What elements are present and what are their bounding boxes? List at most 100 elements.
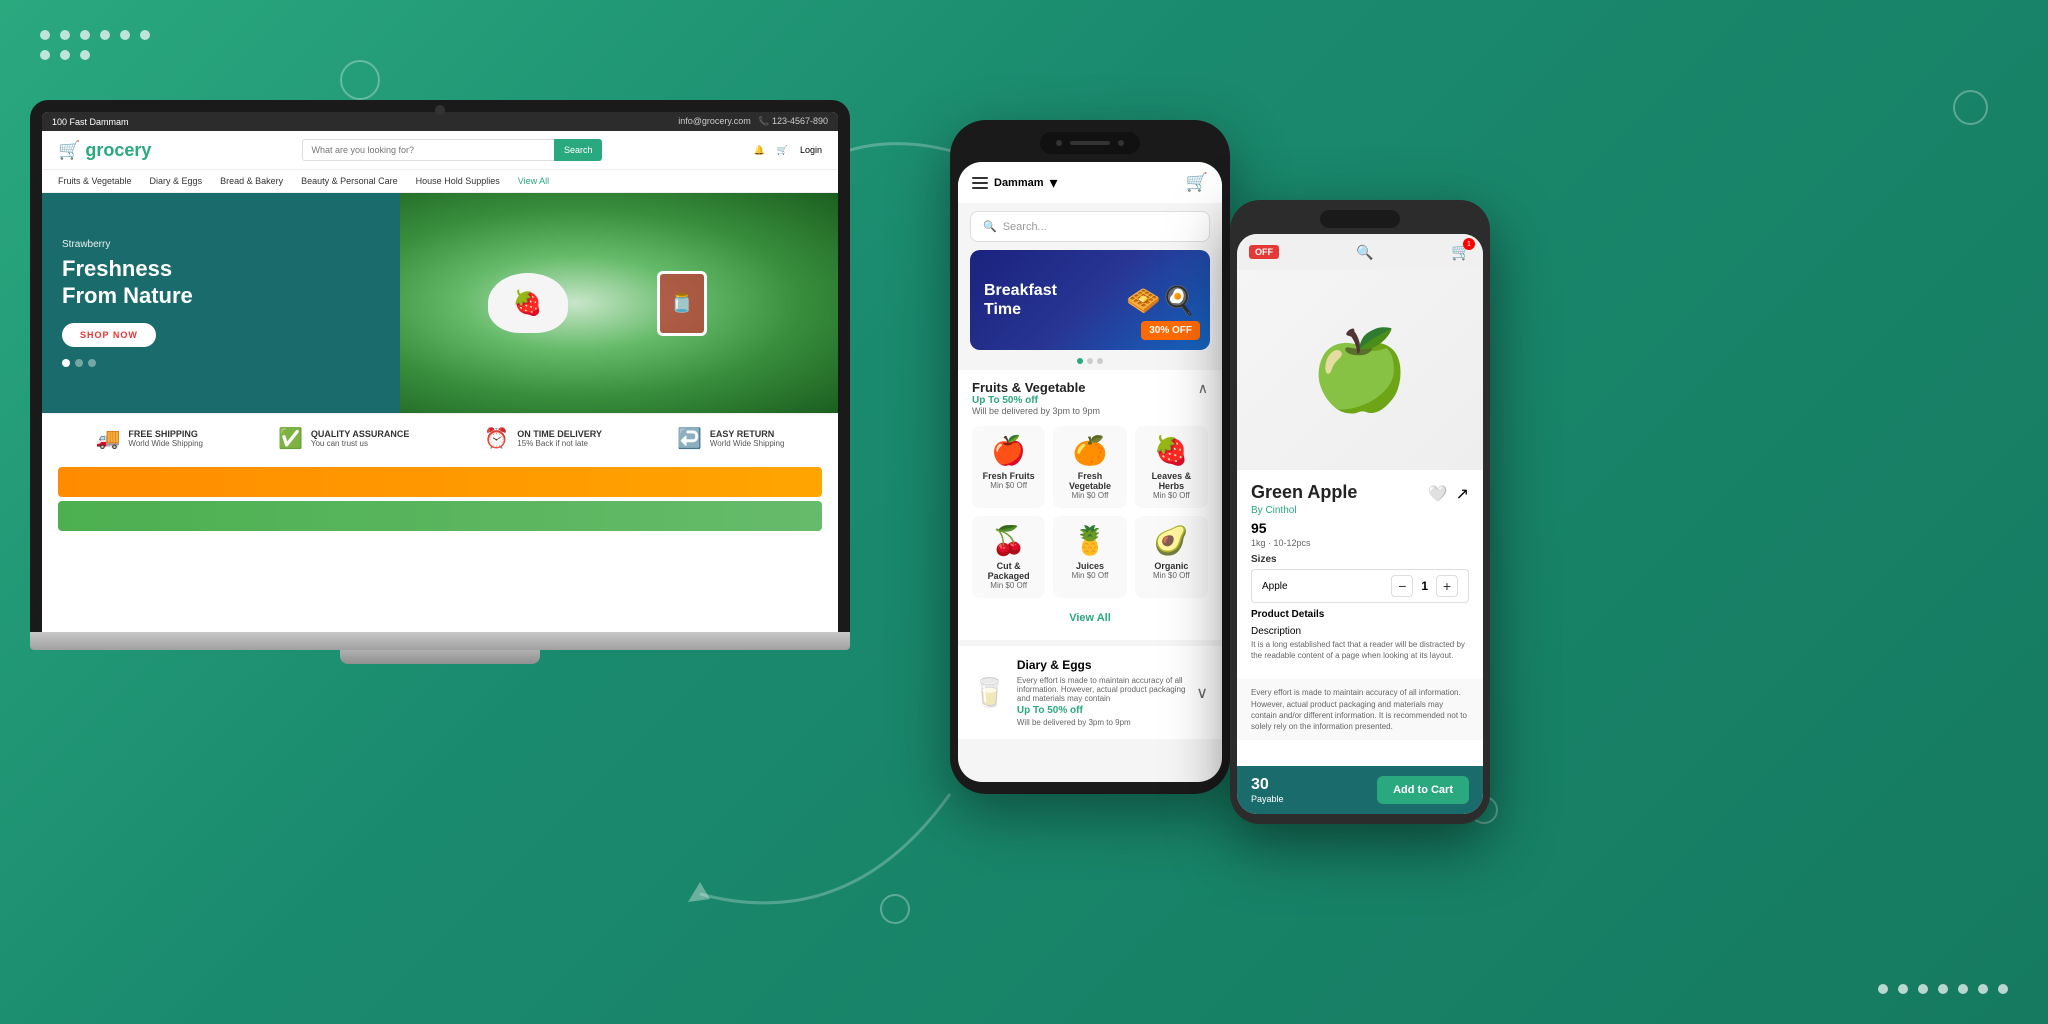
- feature-delivery-text: ON TIME DELIVERY 15% Back if not late: [517, 429, 602, 448]
- banner-dot-2[interactable]: [1087, 358, 1093, 364]
- fresh-fruits-discount: Min $0 Off: [980, 481, 1037, 490]
- p2-payable-label: Payable: [1251, 794, 1284, 804]
- p2-qty-decrease[interactable]: −: [1391, 575, 1413, 597]
- laptop-mockup: 100 Fast Dammam info@grocery.com 📞 123-4…: [30, 100, 850, 664]
- p1-section-header: Fruits & Vegetable Up To 50% off Will be…: [972, 380, 1208, 416]
- nav-view-all[interactable]: View All: [518, 176, 549, 186]
- strawberry-jar: 🫙: [657, 271, 707, 336]
- phone1-mockup: Dammam ▾ 🛒 🔍 Search... Breakfast Time 🧇�: [950, 120, 1230, 794]
- p1-cat-leaves[interactable]: 🍓 Leaves & Herbs Min $0 Off: [1135, 426, 1208, 508]
- diary-delivery: Will be delivered by 3pm to 9pm: [1017, 718, 1186, 727]
- p1-header: Dammam ▾ 🛒: [958, 162, 1222, 203]
- p2-total-price: 30: [1251, 776, 1284, 794]
- nav-fruits[interactable]: Fruits & Vegetable: [58, 176, 132, 186]
- nav-household[interactable]: House Hold Supplies: [416, 176, 500, 186]
- phone1-speaker: [1070, 141, 1110, 145]
- p2-description-text: It is a long established fact that a rea…: [1251, 639, 1469, 661]
- juices-icon: 🍍: [1061, 524, 1118, 557]
- p1-cat-organic[interactable]: 🥑 Organic Min $0 Off: [1135, 516, 1208, 598]
- p1-section-desc: Will be delivered by 3pm to 9pm: [972, 406, 1100, 416]
- phone1-camera: [1056, 140, 1062, 146]
- leaves-discount: Min $0 Off: [1143, 491, 1200, 500]
- phone1-sensor: [1118, 140, 1124, 146]
- bg-circle-2: [1953, 90, 1988, 125]
- nav-beauty[interactable]: Beauty & Personal Care: [301, 176, 398, 186]
- p1-cat-fresh-veg[interactable]: 🍊 Fresh Vegetable Min $0 Off: [1053, 426, 1126, 508]
- hero-subtitle: Strawberry: [62, 239, 380, 250]
- p1-cat-cut[interactable]: 🍒 Cut & Packaged Min $0 Off: [972, 516, 1045, 598]
- p2-off-badge: OFF: [1249, 245, 1279, 259]
- hero-dot-3[interactable]: [88, 359, 96, 367]
- hamburger-menu[interactable]: [972, 177, 988, 189]
- cart-icon[interactable]: 🛒: [777, 145, 788, 156]
- p2-qty-control: − 1 +: [1391, 575, 1458, 597]
- p2-quantity: 1: [1421, 579, 1428, 593]
- p2-cart-badge[interactable]: 🛒 1: [1451, 242, 1471, 262]
- p1-cart-icon[interactable]: 🛒: [1186, 172, 1208, 193]
- diary-desc: Every effort is made to maintain accurac…: [1017, 676, 1186, 703]
- diary-icon: 🥛: [972, 676, 1007, 709]
- fresh-fruits-icon: 🍎: [980, 434, 1037, 467]
- search-button[interactable]: Search: [554, 139, 603, 161]
- p2-wishlist-icon[interactable]: 🤍: [1428, 484, 1448, 504]
- p2-product-unit: 1kg · 10-12pcs: [1251, 538, 1469, 548]
- p2-size-option[interactable]: Apple − 1 +: [1251, 569, 1469, 603]
- organic-label: Organic: [1143, 561, 1200, 571]
- laptop-screen: 100 Fast Dammam info@grocery.com 📞 123-4…: [42, 112, 838, 632]
- hero-section: Strawberry Freshness From Nature SHOP NO…: [42, 193, 838, 413]
- p2-product-brand: By Cinthol: [1251, 505, 1469, 516]
- p2-product-price: 95: [1251, 520, 1469, 536]
- hero-dot-1[interactable]: [62, 359, 70, 367]
- p1-dropdown-icon[interactable]: ▾: [1050, 173, 1058, 193]
- p2-share-icon[interactable]: ↗: [1456, 484, 1469, 504]
- feature-shipping: 🚚 FREE SHIPPING World Wide Shipping: [96, 426, 203, 451]
- p2-qty-increase[interactable]: +: [1436, 575, 1458, 597]
- laptop-screen-border: 100 Fast Dammam info@grocery.com 📞 123-4…: [30, 100, 850, 632]
- hero-title: Freshness From Nature: [62, 256, 380, 309]
- phone1-body: Dammam ▾ 🛒 🔍 Search... Breakfast Time 🧇�: [950, 120, 1230, 794]
- add-to-cart-button[interactable]: Add to Cart: [1377, 776, 1469, 804]
- p2-search-icon[interactable]: 🔍: [1356, 244, 1373, 261]
- website-nav: Fruits & Vegetable Diary & Eggs Bread & …: [42, 170, 838, 193]
- quality-icon: ✅: [278, 426, 303, 451]
- feature-return: ↩️ EASY RETURN World Wide Shipping: [677, 426, 784, 451]
- p1-cat-fresh-fruits[interactable]: 🍎 Fresh Fruits Min $0 Off: [972, 426, 1045, 508]
- p1-section-chevron[interactable]: ∧: [1198, 380, 1208, 397]
- p1-search-icon: 🔍: [983, 220, 997, 233]
- leaves-label: Leaves & Herbs: [1143, 471, 1200, 491]
- laptop-stand: [340, 650, 540, 664]
- p1-view-all[interactable]: View All: [972, 606, 1208, 630]
- feature-quality: ✅ QUALITY ASSURANCE You can trust us: [278, 426, 409, 451]
- phone2-screen: OFF 🔍 🛒 1 🍏 Green Apple 🤍 ↗: [1237, 234, 1483, 814]
- p2-product-name: Green Apple: [1251, 482, 1357, 503]
- p1-diary-header: 🥛 Diary & Eggs Every effort is made to m…: [972, 656, 1208, 729]
- p1-diary-section: 🥛 Diary & Eggs Every effort is made to m…: [958, 646, 1222, 739]
- organic-discount: Min $0 Off: [1143, 571, 1200, 580]
- promo-bar-green: [58, 501, 822, 531]
- p2-product-image: 🍏: [1237, 270, 1483, 470]
- p2-product-info: Green Apple 🤍 ↗ By Cinthol 95 1kg · 10-1…: [1237, 470, 1483, 679]
- p1-location[interactable]: Dammam: [994, 177, 1044, 189]
- hero-dot-2[interactable]: [75, 359, 83, 367]
- p2-price-info: 30 Payable: [1251, 776, 1284, 804]
- search-input[interactable]: [302, 139, 553, 161]
- banner-dot-3[interactable]: [1097, 358, 1103, 364]
- login-button[interactable]: Login: [800, 145, 822, 155]
- nav-bread[interactable]: Bread & Bakery: [220, 176, 283, 186]
- p1-diary-chevron[interactable]: ∨: [1196, 683, 1208, 703]
- shop-now-button[interactable]: SHOP NOW: [62, 323, 156, 347]
- p1-search-bar[interactable]: 🔍 Search...: [970, 211, 1210, 242]
- location-text: 100 Fast Dammam: [52, 117, 129, 127]
- p2-cart-count: 1: [1463, 238, 1475, 250]
- feature-delivery: ⏰ ON TIME DELIVERY 15% Back if not late: [484, 426, 602, 451]
- bell-icon[interactable]: 🔔: [754, 145, 765, 156]
- p2-reviews: Every effort is made to maintain accurac…: [1237, 679, 1483, 740]
- laptop-camera: [435, 105, 445, 115]
- p1-fruits-section: Fruits & Vegetable Up To 50% off Will be…: [958, 370, 1222, 640]
- nav-diary[interactable]: Diary & Eggs: [150, 176, 203, 186]
- cut-packaged-label: Cut & Packaged: [980, 561, 1037, 581]
- search-bar[interactable]: Search: [302, 139, 602, 161]
- banner-dot-1[interactable]: [1077, 358, 1083, 364]
- p1-cat-juices[interactable]: 🍍 Juices Min $0 Off: [1053, 516, 1126, 598]
- p2-sizes-label: Sizes: [1251, 554, 1469, 565]
